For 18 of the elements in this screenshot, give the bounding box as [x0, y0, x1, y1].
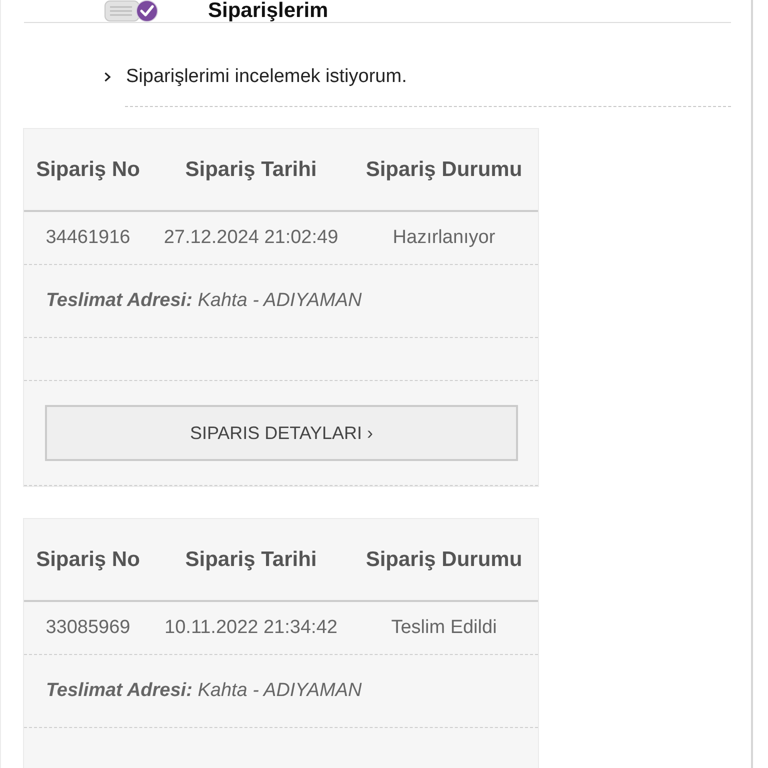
order-details-button[interactable]: SIPARIS DETAYLARI ›: [45, 405, 518, 461]
delivery-address: Teslimat Adresi: Kahta - ADIYAMAN: [46, 680, 362, 702]
table-cell: 33085969: [46, 617, 130, 639]
column-header: Sipariş Durumu: [366, 158, 522, 182]
table-cell: 10.11.2022 21:34:42: [164, 617, 338, 639]
column-header: Sipariş Durumu: [366, 548, 522, 572]
column-header: Sipariş No: [36, 548, 140, 572]
table-cell: 27.12.2024 21:02:49: [164, 227, 338, 249]
column-header: Sipariş No: [36, 158, 140, 182]
table-cell: Teslim Edildi: [391, 617, 497, 639]
column-header: Sipariş Tarihi: [185, 158, 317, 182]
table-cell: Hazırlanıyor: [392, 227, 496, 249]
column-header: Sipariş Tarihi: [185, 548, 317, 572]
chevron-right-icon: [104, 72, 111, 82]
delivery-address: Teslimat Adresi: Kahta - ADIYAMAN: [46, 290, 362, 312]
table-cell: 34461916: [46, 227, 130, 249]
page-title: Siparişlerim: [208, 0, 328, 21]
intro-link[interactable]: Siparişlerimi incelemek istiyorum.: [126, 66, 407, 88]
